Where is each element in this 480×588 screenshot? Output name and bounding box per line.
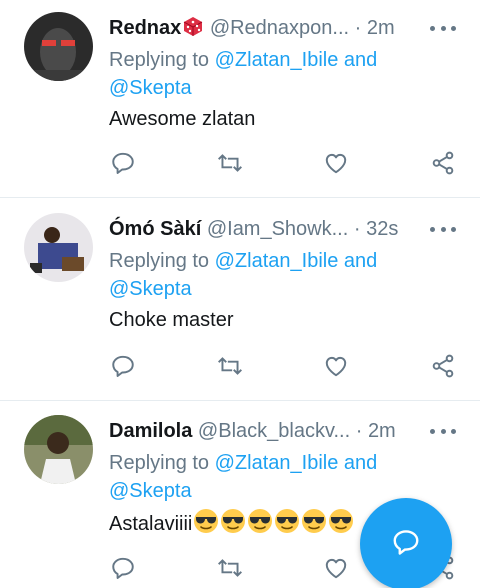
mention-zlatan[interactable]: @Zlatan_Ibile and [215, 452, 378, 474]
tweet-actions [0, 150, 480, 180]
tweet-header: Damilola @Black_blackv... · 2m [109, 417, 419, 445]
compose-reply-button[interactable] [360, 498, 452, 588]
like-icon[interactable] [323, 353, 351, 381]
reply-icon[interactable] [110, 353, 138, 381]
emoji-row [192, 509, 354, 535]
smiling-face-with-sunglasses-emoji [301, 508, 327, 542]
tweet-text-row: Astalaviiii [109, 508, 354, 542]
smiling-face-with-sunglasses-emoji [274, 508, 300, 542]
more-icon[interactable] [430, 217, 456, 241]
replying-to: Replying to @Zlatan_Ibile and @Skepta [109, 46, 439, 102]
avatar[interactable] [24, 415, 93, 484]
more-icon[interactable] [430, 16, 456, 40]
like-icon[interactable] [323, 150, 351, 178]
mention-zlatan[interactable]: @Zlatan_Ibile and [215, 49, 378, 71]
replying-to: Replying to @Zlatan_Ibile and @Skepta [109, 247, 439, 303]
reply-icon[interactable] [110, 555, 138, 583]
tweet-header: Rednax @Rednaxpon... · 2m [109, 14, 419, 42]
replying-prefix: Replying to [109, 49, 210, 71]
timestamp[interactable]: 32s [366, 218, 398, 240]
separator: · [355, 420, 363, 442]
more-icon[interactable] [430, 419, 456, 443]
tweet-text: Astalaviiii [109, 513, 193, 535]
avatar[interactable] [24, 12, 93, 81]
timestamp[interactable]: 2m [367, 17, 395, 39]
mention-skepta[interactable]: @Skepta [109, 480, 192, 502]
tweet-text: Awesome zlatan [109, 108, 256, 130]
compose-reply-icon [391, 527, 421, 562]
smiling-face-with-sunglasses-emoji [220, 508, 246, 542]
reply-icon[interactable] [110, 150, 138, 178]
display-name[interactable]: Ómó Sàkí [109, 218, 201, 240]
share-icon[interactable] [430, 150, 458, 178]
replying-to: Replying to @Zlatan_Ibile and @Skepta [109, 449, 439, 505]
tweet-2[interactable]: Ómó Sàkí @Iam_Showk... · 32s Replying to… [0, 201, 480, 401]
replying-prefix: Replying to [109, 452, 210, 474]
like-icon[interactable] [323, 555, 351, 583]
smiling-face-with-sunglasses-emoji [247, 508, 273, 542]
mention-skepta[interactable]: @Skepta [109, 278, 192, 300]
display-name[interactable]: Rednax [109, 17, 181, 39]
tweet-text: Choke master [109, 309, 234, 331]
separator: · [354, 17, 362, 39]
timestamp[interactable]: 2m [368, 420, 396, 442]
smiling-face-with-sunglasses-emoji [328, 508, 354, 542]
tweet-1[interactable]: Rednax @Rednaxpon... · 2m Replying to @Z… [0, 0, 480, 198]
replying-prefix: Replying to [109, 250, 210, 272]
avatar[interactable] [24, 213, 93, 282]
mention-zlatan[interactable]: @Zlatan_Ibile and [215, 250, 378, 272]
smiling-face-with-sunglasses-emoji [193, 508, 219, 542]
display-name[interactable]: Damilola [109, 420, 192, 442]
game-die-emoji [182, 15, 204, 42]
separator: · [353, 218, 361, 240]
retweet-icon[interactable] [216, 150, 244, 178]
handle[interactable]: @Black_blackv... [198, 420, 350, 442]
retweet-icon[interactable] [216, 555, 244, 583]
tweet-actions [0, 353, 480, 383]
handle[interactable]: @Rednaxpon... [210, 17, 349, 39]
tweet-header: Ómó Sàkí @Iam_Showk... · 32s [109, 215, 419, 243]
mention-skepta[interactable]: @Skepta [109, 77, 192, 99]
handle[interactable]: @Iam_Showk... [207, 218, 348, 240]
share-icon[interactable] [430, 353, 458, 381]
retweet-icon[interactable] [216, 353, 244, 381]
